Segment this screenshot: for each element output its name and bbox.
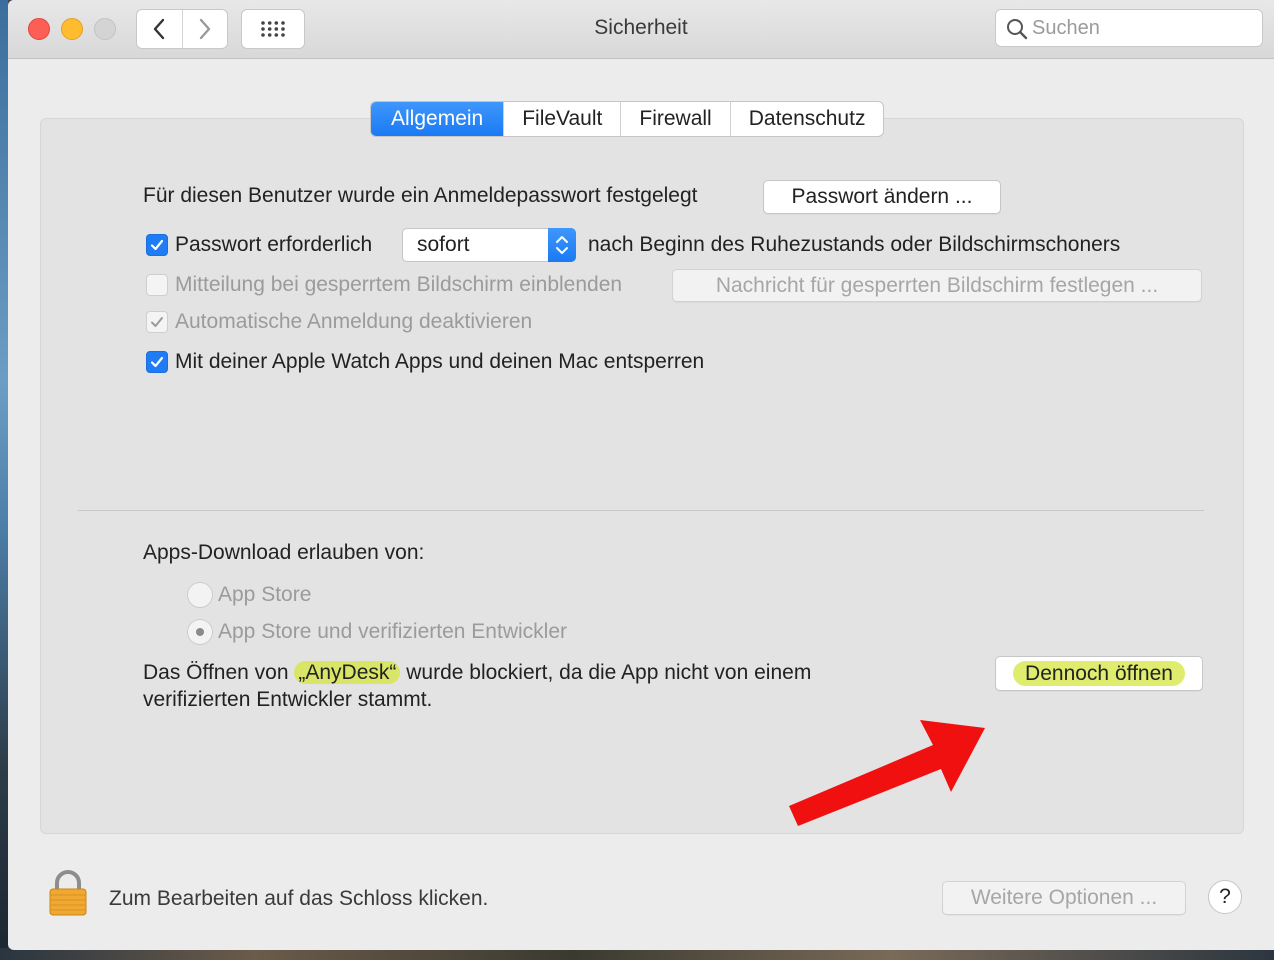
show-message-label: Mitteilung bei gesperrtem Bildschirm ein… [175, 273, 623, 296]
title-bar[interactable]: Sicherheit [8, 0, 1274, 59]
tab-bar: Allgemein FileVault Firewall Datenschutz [370, 101, 885, 137]
password-delay-select[interactable]: sofort [402, 228, 576, 262]
open-anyway-button[interactable]: Dennoch öffnen [995, 656, 1203, 691]
lock-icon[interactable] [48, 870, 88, 916]
radio-selected-dot [196, 628, 204, 636]
blocked-message-line2: verifizierten Entwickler stammt. [143, 688, 433, 711]
tab-datenschutz[interactable]: Datenschutz [729, 102, 884, 136]
search-input[interactable] [1032, 14, 1252, 42]
security-preferences-window: Sicherheit Allgemein FileVault Firewall … [8, 0, 1274, 950]
apple-watch-unlock-checkbox[interactable] [146, 351, 168, 373]
lock-instruction-text: Zum Bearbeiten auf das Schloss klicken. [109, 887, 489, 910]
require-password-checkbox[interactable] [146, 234, 168, 256]
checkmark-icon [151, 317, 163, 327]
radio-app-store[interactable] [187, 582, 213, 608]
show-message-checkbox[interactable] [146, 274, 168, 296]
disable-auto-login-checkbox[interactable] [146, 311, 168, 333]
tab-filevault[interactable]: FileVault [503, 102, 620, 136]
password-delay-value: sofort [417, 233, 470, 256]
set-lock-message-button[interactable]: Nachricht für gesperrten Bildschirm fest… [672, 269, 1202, 302]
require-password-label: Passwort erforderlich [175, 233, 373, 256]
search-icon [1007, 19, 1028, 40]
apple-watch-unlock-label: Mit deiner Apple Watch Apps und deinen M… [175, 350, 705, 373]
select-arrows-icon [548, 228, 576, 262]
tab-firewall[interactable]: Firewall [620, 102, 729, 136]
radio-app-store-verified[interactable] [187, 619, 213, 645]
apps-download-heading: Apps-Download erlauben von: [143, 541, 425, 564]
radio-app-store-label: App Store [218, 583, 312, 606]
blocked-message-line1: Das Öffnen von „AnyDesk“ wurde blockiert… [143, 661, 811, 685]
desktop-background-edge [0, 0, 8, 960]
password-set-label: Für diesen Benutzer wurde ein Anmeldepas… [143, 184, 698, 207]
settings-panel [40, 118, 1244, 834]
blocked-prefix: Das Öffnen von [143, 661, 295, 684]
search-field[interactable] [995, 9, 1263, 47]
blocked-app-name: „AnyDesk“ [294, 661, 401, 684]
tab-allgemein[interactable]: Allgemein [371, 102, 504, 136]
radio-app-store-verified-label: App Store und verifizierten Entwickler [218, 620, 567, 643]
section-divider [78, 510, 1204, 511]
checkmark-icon [150, 239, 164, 251]
require-password-suffix: nach Beginn des Ruhezustands oder Bildsc… [588, 233, 1121, 256]
annotation-arrow-icon [789, 720, 985, 826]
change-password-button[interactable]: Passwort ändern ... [763, 180, 1001, 214]
advanced-options-button[interactable]: Weitere Optionen ... [942, 881, 1186, 915]
blocked-suffix: wurde blockiert, da die App nicht von ei… [400, 661, 812, 684]
disable-auto-login-label: Automatische Anmeldung deaktivieren [175, 310, 533, 333]
help-button[interactable]: ? [1208, 880, 1242, 914]
checkmark-icon [150, 356, 164, 368]
open-anyway-label: Dennoch öffnen [1013, 661, 1185, 686]
